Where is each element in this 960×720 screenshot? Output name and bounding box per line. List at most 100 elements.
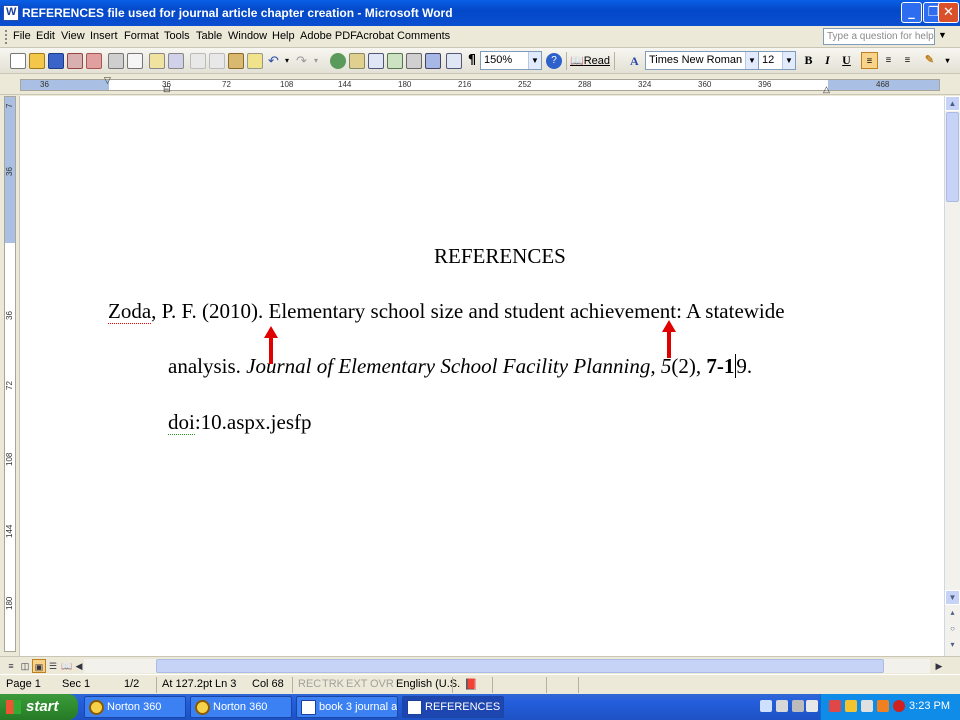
close-button[interactable]: ✕ bbox=[938, 2, 959, 23]
word-app-icon[interactable] bbox=[3, 5, 19, 21]
research-icon[interactable] bbox=[168, 53, 184, 69]
menu-view[interactable]: View bbox=[61, 30, 85, 42]
taskbar-item[interactable]: Norton 360 bbox=[190, 696, 292, 718]
minimize-button[interactable]: _ bbox=[901, 2, 922, 23]
highlight-icon[interactable]: ✎ bbox=[921, 52, 938, 69]
paste-icon[interactable] bbox=[228, 53, 244, 69]
font-size-combo[interactable]: 12 ▼ bbox=[758, 51, 796, 70]
menu-file[interactable]: File bbox=[13, 30, 31, 42]
first-line-indent-marker-icon[interactable]: ▽ bbox=[104, 75, 111, 86]
chevron-down-icon[interactable]: ▼ bbox=[745, 52, 758, 69]
tables-borders-icon[interactable] bbox=[349, 53, 365, 69]
tray-network-icon[interactable] bbox=[776, 700, 788, 712]
align-center-icon[interactable]: ≡ bbox=[880, 52, 897, 69]
vertical-ruler[interactable]: 7 36 36 72 108 144 180 bbox=[0, 96, 20, 656]
horizontal-scroll-thumb[interactable] bbox=[156, 659, 884, 673]
menu-grip[interactable] bbox=[5, 30, 11, 44]
align-right-icon[interactable]: ≡ bbox=[899, 52, 916, 69]
clock[interactable]: 3:23 PM bbox=[909, 700, 950, 712]
taskbar-item[interactable]: book 3 journal a... bbox=[296, 696, 398, 718]
tray-norton-icon[interactable] bbox=[845, 700, 857, 712]
font-name-combo[interactable]: Times New Roman ▼ bbox=[645, 51, 759, 70]
menu-edit[interactable]: Edit bbox=[36, 30, 55, 42]
status-rec[interactable]: REC bbox=[298, 678, 321, 690]
normal-view-icon[interactable]: ≡ bbox=[4, 659, 18, 673]
document-map-icon[interactable] bbox=[446, 53, 462, 69]
format-painter-icon[interactable] bbox=[247, 53, 263, 69]
menu-tools[interactable]: Tools bbox=[164, 30, 190, 42]
columns-icon[interactable] bbox=[406, 53, 422, 69]
spelling-status-icon[interactable]: 📕 bbox=[464, 678, 478, 691]
tray-shield-icon[interactable] bbox=[877, 700, 889, 712]
open-folder-icon[interactable] bbox=[29, 53, 45, 69]
help-question-input[interactable]: Type a question for help bbox=[823, 28, 935, 45]
menu-window[interactable]: Window bbox=[228, 30, 267, 42]
save-icon[interactable] bbox=[48, 53, 64, 69]
chevron-down-icon[interactable]: ▼ bbox=[528, 52, 541, 69]
scroll-up-icon[interactable]: ▲ bbox=[945, 96, 960, 111]
print-preview-icon[interactable] bbox=[127, 53, 143, 69]
styles-icon[interactable]: A bbox=[630, 53, 646, 69]
align-left-icon[interactable]: ≡ bbox=[861, 52, 878, 69]
tray-alert-icon[interactable] bbox=[893, 700, 905, 712]
insert-excel-icon[interactable] bbox=[387, 53, 403, 69]
help-icon[interactable]: ? bbox=[546, 53, 562, 69]
document-page[interactable]: REFERENCES Zoda, P. F. (2010). Elementar… bbox=[20, 96, 944, 656]
menu-help[interactable]: Help bbox=[272, 30, 295, 42]
underline-button[interactable]: U bbox=[838, 52, 855, 69]
outline-view-icon[interactable]: ☰ bbox=[46, 659, 60, 673]
previous-page-icon[interactable]: ▴ bbox=[945, 606, 960, 621]
taskbar-item[interactable]: Norton 360 bbox=[84, 696, 186, 718]
print-layout-icon[interactable]: ▣ bbox=[32, 659, 46, 673]
horizontal-ruler[interactable]: 36 36 72 108 144 180 216 252 288 324 360… bbox=[0, 75, 960, 95]
menu-adobe-pdf[interactable]: Adobe PDF bbox=[300, 30, 357, 42]
tray-tool-icon[interactable] bbox=[792, 700, 804, 712]
status-trk[interactable]: TRK bbox=[322, 678, 344, 690]
menu-insert[interactable]: Insert bbox=[90, 30, 118, 42]
pdf-icon[interactable] bbox=[86, 53, 102, 69]
spelling-icon[interactable] bbox=[149, 53, 165, 69]
web-layout-icon[interactable]: ◫ bbox=[18, 659, 32, 673]
status-ext[interactable]: EXT bbox=[346, 678, 367, 690]
permission-icon[interactable] bbox=[67, 53, 83, 69]
taskbar-item-active[interactable]: REFERENCES fil... bbox=[402, 696, 504, 718]
italic-button[interactable]: I bbox=[819, 52, 836, 69]
tray-security-icon[interactable] bbox=[829, 700, 841, 712]
hyperlink-icon[interactable] bbox=[330, 53, 346, 69]
chevron-down-icon[interactable]: ▼ bbox=[782, 52, 795, 69]
status-language[interactable]: English (U.S. bbox=[396, 678, 460, 690]
scroll-down-icon[interactable]: ▼ bbox=[945, 590, 960, 605]
print-icon[interactable] bbox=[108, 53, 124, 69]
cut-icon[interactable] bbox=[190, 53, 206, 69]
title-bar[interactable]: REFERENCES file used for journal article… bbox=[0, 0, 960, 26]
menu-table[interactable]: Table bbox=[196, 30, 222, 42]
status-ovr[interactable]: OVR bbox=[370, 678, 394, 690]
menu-format[interactable]: Format bbox=[124, 30, 159, 42]
vertical-scrollbar[interactable]: ▲ ▼ ▴ ○ ▾ bbox=[944, 96, 960, 656]
redo-icon[interactable]: ↷ bbox=[296, 53, 312, 69]
hanging-indent-marker-icon[interactable]: ⊟ bbox=[163, 84, 171, 95]
new-document-icon[interactable] bbox=[10, 53, 26, 69]
zoom-combo[interactable]: 150% ▼ bbox=[480, 51, 542, 70]
copy-icon[interactable] bbox=[209, 53, 225, 69]
scroll-right-icon[interactable]: ▶ bbox=[932, 659, 946, 673]
tray-pen-icon[interactable] bbox=[760, 700, 772, 712]
next-page-icon[interactable]: ▾ bbox=[945, 638, 960, 653]
redo-dropdown-icon[interactable]: ▾ bbox=[314, 53, 330, 69]
bold-button[interactable]: B bbox=[800, 52, 817, 69]
start-button[interactable]: start bbox=[0, 694, 78, 720]
insert-table-icon[interactable] bbox=[368, 53, 384, 69]
undo-icon[interactable]: ↶ bbox=[268, 53, 284, 69]
show-formatting-icon[interactable]: ¶ bbox=[464, 53, 480, 69]
drawing-icon[interactable] bbox=[425, 53, 441, 69]
select-browse-object-icon[interactable]: ○ bbox=[945, 622, 960, 637]
menu-acrobat-comments[interactable]: Acrobat Comments bbox=[356, 30, 450, 42]
right-indent-marker-icon[interactable]: △ bbox=[823, 84, 830, 95]
help-dropdown-icon[interactable]: ▼ bbox=[938, 30, 947, 40]
vertical-scroll-thumb[interactable] bbox=[946, 112, 959, 202]
tray-wifi-icon[interactable] bbox=[861, 700, 873, 712]
tray-chevron-icon[interactable] bbox=[806, 700, 818, 712]
horizontal-scrollbar[interactable]: ≡ ◫ ▣ ☰ 📖 ◀ ▶ bbox=[0, 656, 960, 674]
toolbar-options-icon[interactable]: ▾ bbox=[939, 52, 956, 69]
read-button[interactable]: 📖Read bbox=[570, 53, 612, 69]
